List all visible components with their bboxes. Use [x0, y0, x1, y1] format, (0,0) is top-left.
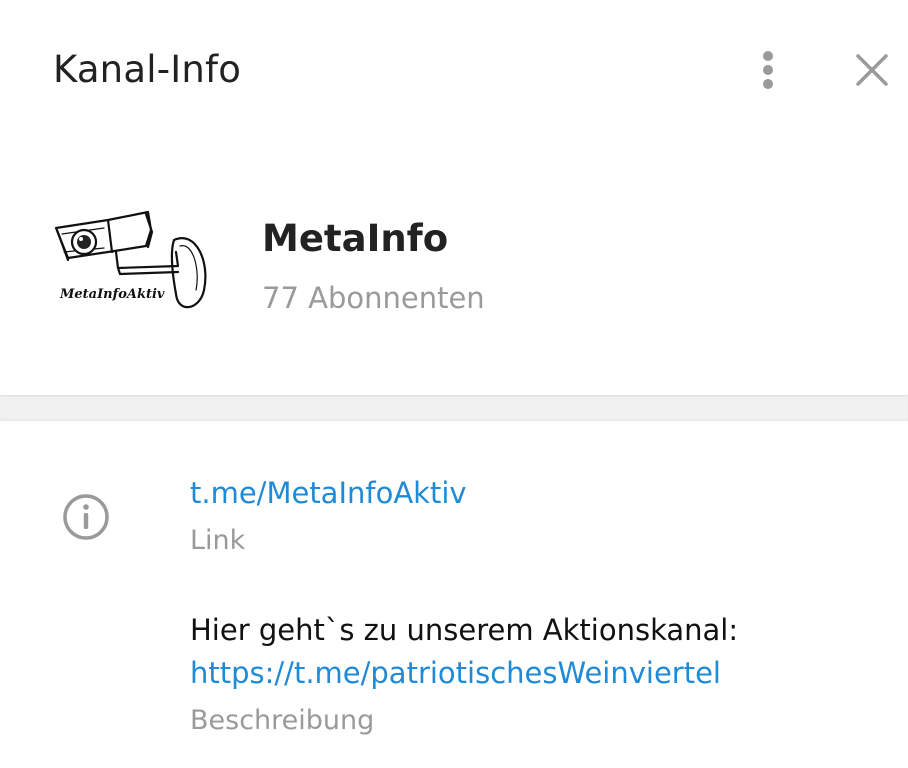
more-menu-button[interactable]: [744, 46, 792, 94]
section-divider: [0, 395, 908, 421]
channel-link[interactable]: t.me/MetaInfoAktiv: [190, 473, 467, 513]
info-icon: [63, 494, 109, 540]
close-icon: [856, 54, 888, 86]
header: Kanal-Info: [0, 0, 908, 140]
close-button[interactable]: [848, 46, 896, 94]
channel-name: MetaInfo: [262, 217, 449, 260]
channel-profile: MetaInfoAktiv MetaInfo 77 Abonnenten: [0, 140, 908, 395]
link-label: Link: [190, 525, 246, 556]
info-section: t.me/MetaInfoAktiv Link Hier geht`s zu u…: [0, 421, 908, 768]
security-camera-logo: MetaInfoAktiv: [54, 210, 207, 309]
description-link[interactable]: https://t.me/patriotischesWeinviertel: [190, 651, 721, 695]
subscriber-count: 77 Abonnenten: [262, 281, 485, 315]
avatar[interactable]: MetaInfoAktiv: [48, 202, 216, 330]
description-label: Beschreibung: [190, 705, 375, 736]
more-vertical-icon: [763, 51, 773, 89]
description-text: Hier geht`s zu unserem Aktionskanal:: [190, 613, 739, 647]
avatar-caption: MetaInfoAktiv: [59, 287, 165, 302]
page-title: Kanal-Info: [53, 48, 242, 91]
